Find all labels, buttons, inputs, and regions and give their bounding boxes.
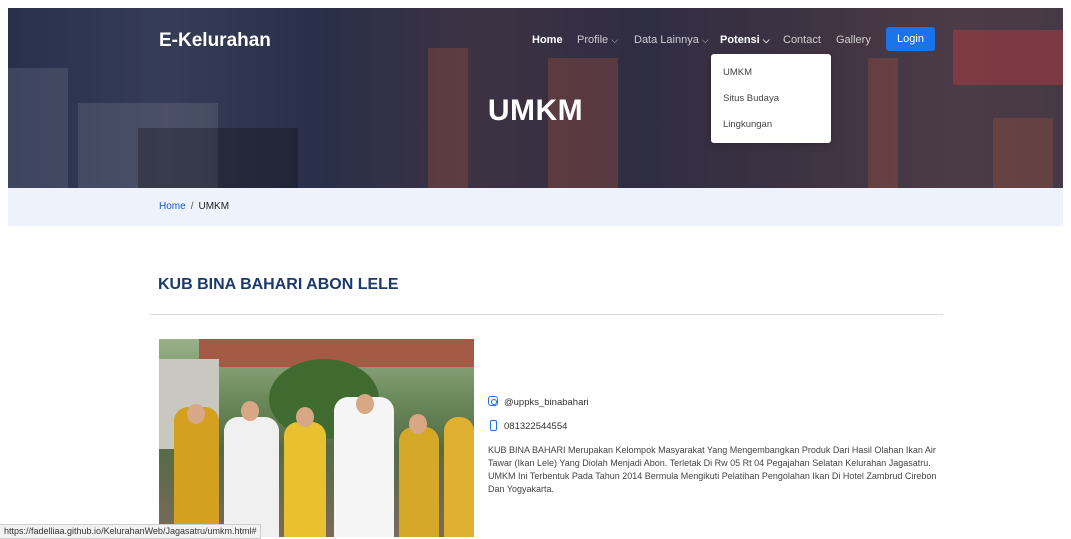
photo-person — [444, 417, 474, 537]
nav-profile-label: Profile — [577, 34, 609, 46]
nav-profile[interactable]: Profile ⌵ — [577, 34, 618, 46]
photo-person — [174, 407, 219, 537]
breadcrumb: Home / UMKM — [159, 201, 229, 212]
photo-head — [241, 401, 259, 421]
breadcrumb-current: UMKM — [198, 201, 230, 212]
nav-potensi-label: Potensi — [720, 34, 760, 46]
phone-icon — [490, 420, 497, 431]
page-hero-title: UMKM — [487, 94, 584, 127]
bg-window — [138, 128, 298, 188]
breadcrumb-home-link[interactable]: Home — [159, 201, 186, 212]
umkm-description: KUB BINA BAHARI Merupakan Kelompok Masya… — [488, 445, 937, 494]
potensi-dropdown: UMKM Situs Budaya Lingkungan — [711, 54, 831, 143]
login-button[interactable]: Login — [886, 27, 935, 51]
bg-banner — [953, 30, 1063, 85]
dropdown-item-umkm[interactable]: UMKM — [723, 67, 752, 78]
breadcrumb-bar: Home / UMKM — [8, 188, 1063, 226]
nav-home[interactable]: Home — [532, 34, 563, 46]
nav-data-lainnya[interactable]: Data Lainnya ⌵ — [634, 34, 709, 46]
photo-head — [356, 394, 374, 414]
chevron-down-icon: ⌵ — [701, 35, 709, 45]
nav-contact[interactable]: Contact — [783, 34, 821, 46]
photo-person — [284, 422, 326, 537]
dropdown-item-lingkungan[interactable]: Lingkungan — [723, 119, 772, 130]
nav-potensi[interactable]: Potensi ⌵ — [720, 34, 770, 46]
photo-head — [296, 407, 314, 427]
bg-wall — [8, 68, 68, 188]
chevron-down-icon: ⌵ — [762, 35, 770, 45]
divider — [150, 314, 943, 315]
nav-data-lainnya-label: Data Lainnya — [634, 34, 699, 46]
nav-gallery[interactable]: Gallery — [836, 34, 871, 46]
photo-person — [399, 427, 439, 537]
instagram-handle[interactable]: @uppks_binabahari — [504, 397, 589, 408]
bg-pillar — [993, 118, 1053, 188]
chevron-down-icon: ⌵ — [611, 35, 619, 45]
hero-banner: E-Kelurahan Home Profile ⌵ Data Lainnya ⌵ … — [8, 8, 1063, 188]
instagram-icon — [488, 396, 498, 406]
phone-number: 081322544554 — [504, 421, 568, 432]
brand-logo[interactable]: E-Kelurahan — [159, 30, 271, 52]
photo-head — [187, 404, 205, 424]
photo-head — [409, 414, 427, 434]
breadcrumb-separator: / — [190, 201, 194, 212]
dropdown-item-situs-budaya[interactable]: Situs Budaya — [723, 93, 779, 104]
umkm-title: KUB BINA BAHARI ABON LELE — [158, 276, 399, 293]
photo-person — [224, 417, 279, 537]
photo-person — [334, 397, 394, 537]
umkm-photo — [159, 339, 474, 537]
